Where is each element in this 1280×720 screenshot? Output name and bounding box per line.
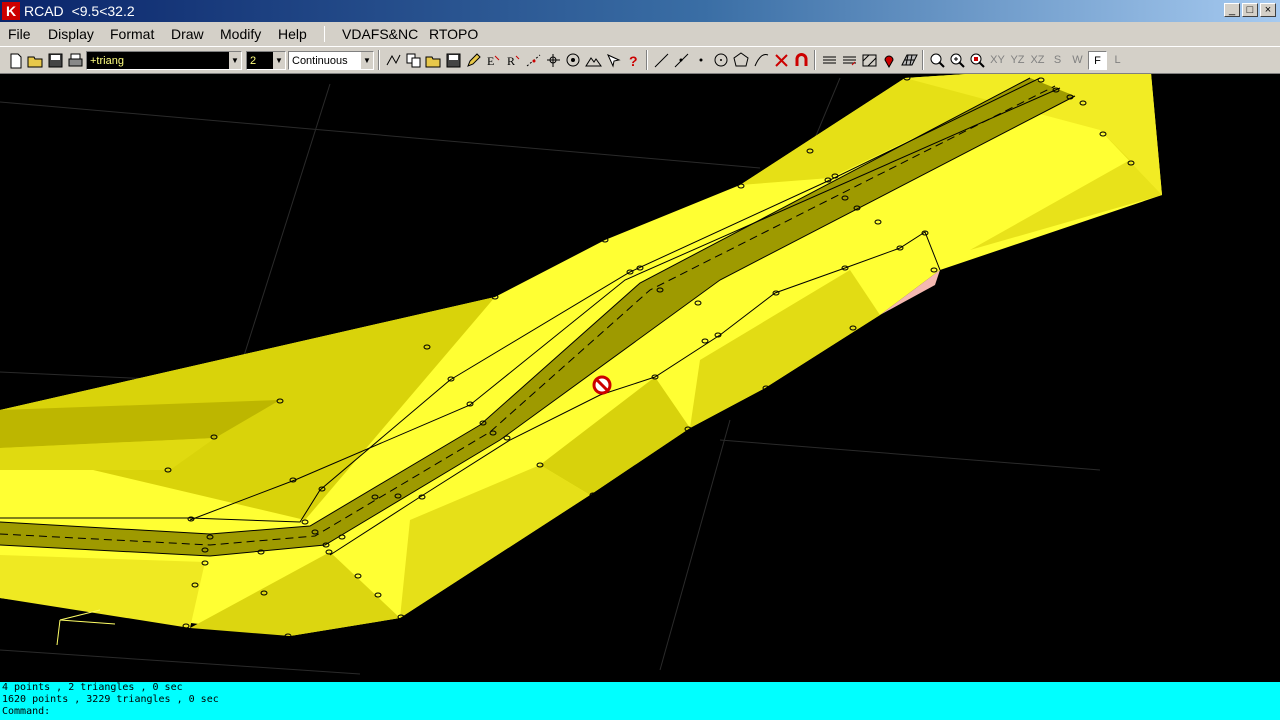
color-value: 2	[250, 55, 257, 67]
line-icon[interactable]	[652, 51, 671, 70]
magnet-snap-icon[interactable]	[792, 51, 811, 70]
menu-bar: File Display Format Draw Modify Help VDA…	[0, 22, 1280, 46]
toolbar-separator	[814, 50, 816, 70]
app-name: RCAD	[24, 3, 64, 19]
command-history-line: 4 points , 2 triangles , 0 sec	[2, 682, 183, 693]
close-button[interactable]: ×	[1260, 3, 1276, 17]
layers-icon[interactable]	[820, 51, 839, 70]
circle-point-icon[interactable]	[564, 51, 583, 70]
color-select[interactable]: 2 ▼	[246, 51, 286, 70]
svg-text:R: R	[507, 54, 515, 68]
node-icon[interactable]	[544, 51, 563, 70]
draw-polyline-icon[interactable]	[384, 51, 403, 70]
rcad-window: K RCAD <9.5<32.2 _ □ × File Display Form…	[0, 0, 1280, 720]
view-f-button[interactable]: F	[1088, 51, 1107, 70]
toolbar-separator	[922, 50, 924, 70]
new-file-icon[interactable]	[6, 51, 25, 70]
open-folder-icon[interactable]	[26, 51, 45, 70]
zoom-window-icon[interactable]	[928, 51, 947, 70]
terrain-icon[interactable]	[584, 51, 603, 70]
view-w-button[interactable]: W	[1068, 51, 1087, 70]
ucs-axis-icon	[56, 609, 116, 646]
toolbar-separator	[378, 50, 380, 70]
pointer-tool-icon[interactable]	[604, 51, 623, 70]
menu-rtopo[interactable]: RTOPO	[429, 25, 478, 43]
linetype-select[interactable]: Continuous ▼	[288, 51, 374, 70]
zoom-extents-icon[interactable]	[968, 51, 987, 70]
chevron-down-icon[interactable]: ▼	[361, 52, 373, 69]
app-logo-icon: K	[2, 2, 20, 20]
svg-text:E: E	[487, 54, 494, 68]
command-line[interactable]: 4 points , 2 triangles , 0 sec 1620 poin…	[0, 682, 1280, 720]
location-pin-icon[interactable]	[880, 51, 899, 70]
maximize-button[interactable]: □	[1242, 3, 1258, 17]
polygon-icon[interactable]	[732, 51, 751, 70]
linetype-value: Continuous	[292, 55, 348, 67]
svg-text:?: ?	[629, 53, 638, 69]
menu-separator	[324, 26, 325, 42]
arc-icon[interactable]	[752, 51, 771, 70]
point-icon[interactable]	[692, 51, 711, 70]
view-l-button[interactable]: L	[1108, 51, 1127, 70]
drawing-canvas[interactable]	[0, 61, 1280, 682]
menu-help[interactable]: Help	[278, 25, 307, 43]
minimize-button[interactable]: _	[1224, 3, 1240, 17]
window-title: RCAD <9.5<32.2	[24, 2, 135, 20]
view-xy-button[interactable]: XY	[988, 51, 1007, 70]
toolbar: +triang ▼ 2 ▼ Continuous ▼ E R ? XY YZ X…	[0, 46, 1280, 74]
menu-display[interactable]: Display	[48, 25, 94, 43]
grid-surface-icon[interactable]	[900, 51, 919, 70]
print-icon[interactable]	[66, 51, 85, 70]
save-icon[interactable]	[46, 51, 65, 70]
line-two-point-icon[interactable]	[672, 51, 691, 70]
dotted-line-icon[interactable]	[524, 51, 543, 70]
save-drawing-icon[interactable]	[444, 51, 463, 70]
zoom-in-icon[interactable]	[948, 51, 967, 70]
layers-edit-icon[interactable]	[840, 51, 859, 70]
view-yz-button[interactable]: YZ	[1008, 51, 1027, 70]
hatch-icon[interactable]	[860, 51, 879, 70]
menu-modify[interactable]: Modify	[220, 25, 261, 43]
edit-text-icon[interactable]: E	[484, 51, 503, 70]
view-xz-button[interactable]: XZ	[1028, 51, 1047, 70]
toolbar-separator	[646, 50, 648, 70]
title-bar: K RCAD <9.5<32.2 _ □ ×	[0, 0, 1280, 22]
menu-draw[interactable]: Draw	[171, 25, 204, 43]
rotate-icon[interactable]: R	[504, 51, 523, 70]
edit-pen-icon[interactable]	[464, 51, 483, 70]
menu-file[interactable]: File	[8, 25, 31, 43]
menu-vdafs-nc[interactable]: VDAFS&NC	[342, 25, 418, 43]
copy-icon[interactable]	[404, 51, 423, 70]
view-s-button[interactable]: S	[1048, 51, 1067, 70]
command-history-line: 1620 points , 3229 triangles , 0 sec	[2, 694, 219, 705]
menu-format[interactable]: Format	[110, 25, 154, 43]
command-prompt[interactable]: Command:	[0, 706, 1280, 718]
chevron-down-icon[interactable]: ▼	[273, 52, 285, 69]
layer-select[interactable]: +triang ▼	[86, 51, 242, 70]
open-drawing-icon[interactable]	[424, 51, 443, 70]
circle-icon[interactable]	[712, 51, 731, 70]
chevron-down-icon[interactable]: ▼	[229, 52, 241, 69]
help-icon[interactable]: ?	[624, 51, 643, 70]
no-entry-cursor-icon	[592, 375, 612, 395]
delete-icon[interactable]	[772, 51, 791, 70]
coordinate-readout: <9.5<32.2	[71, 3, 135, 19]
terrain-view[interactable]	[0, 61, 1280, 682]
layer-value: +triang	[90, 55, 124, 67]
